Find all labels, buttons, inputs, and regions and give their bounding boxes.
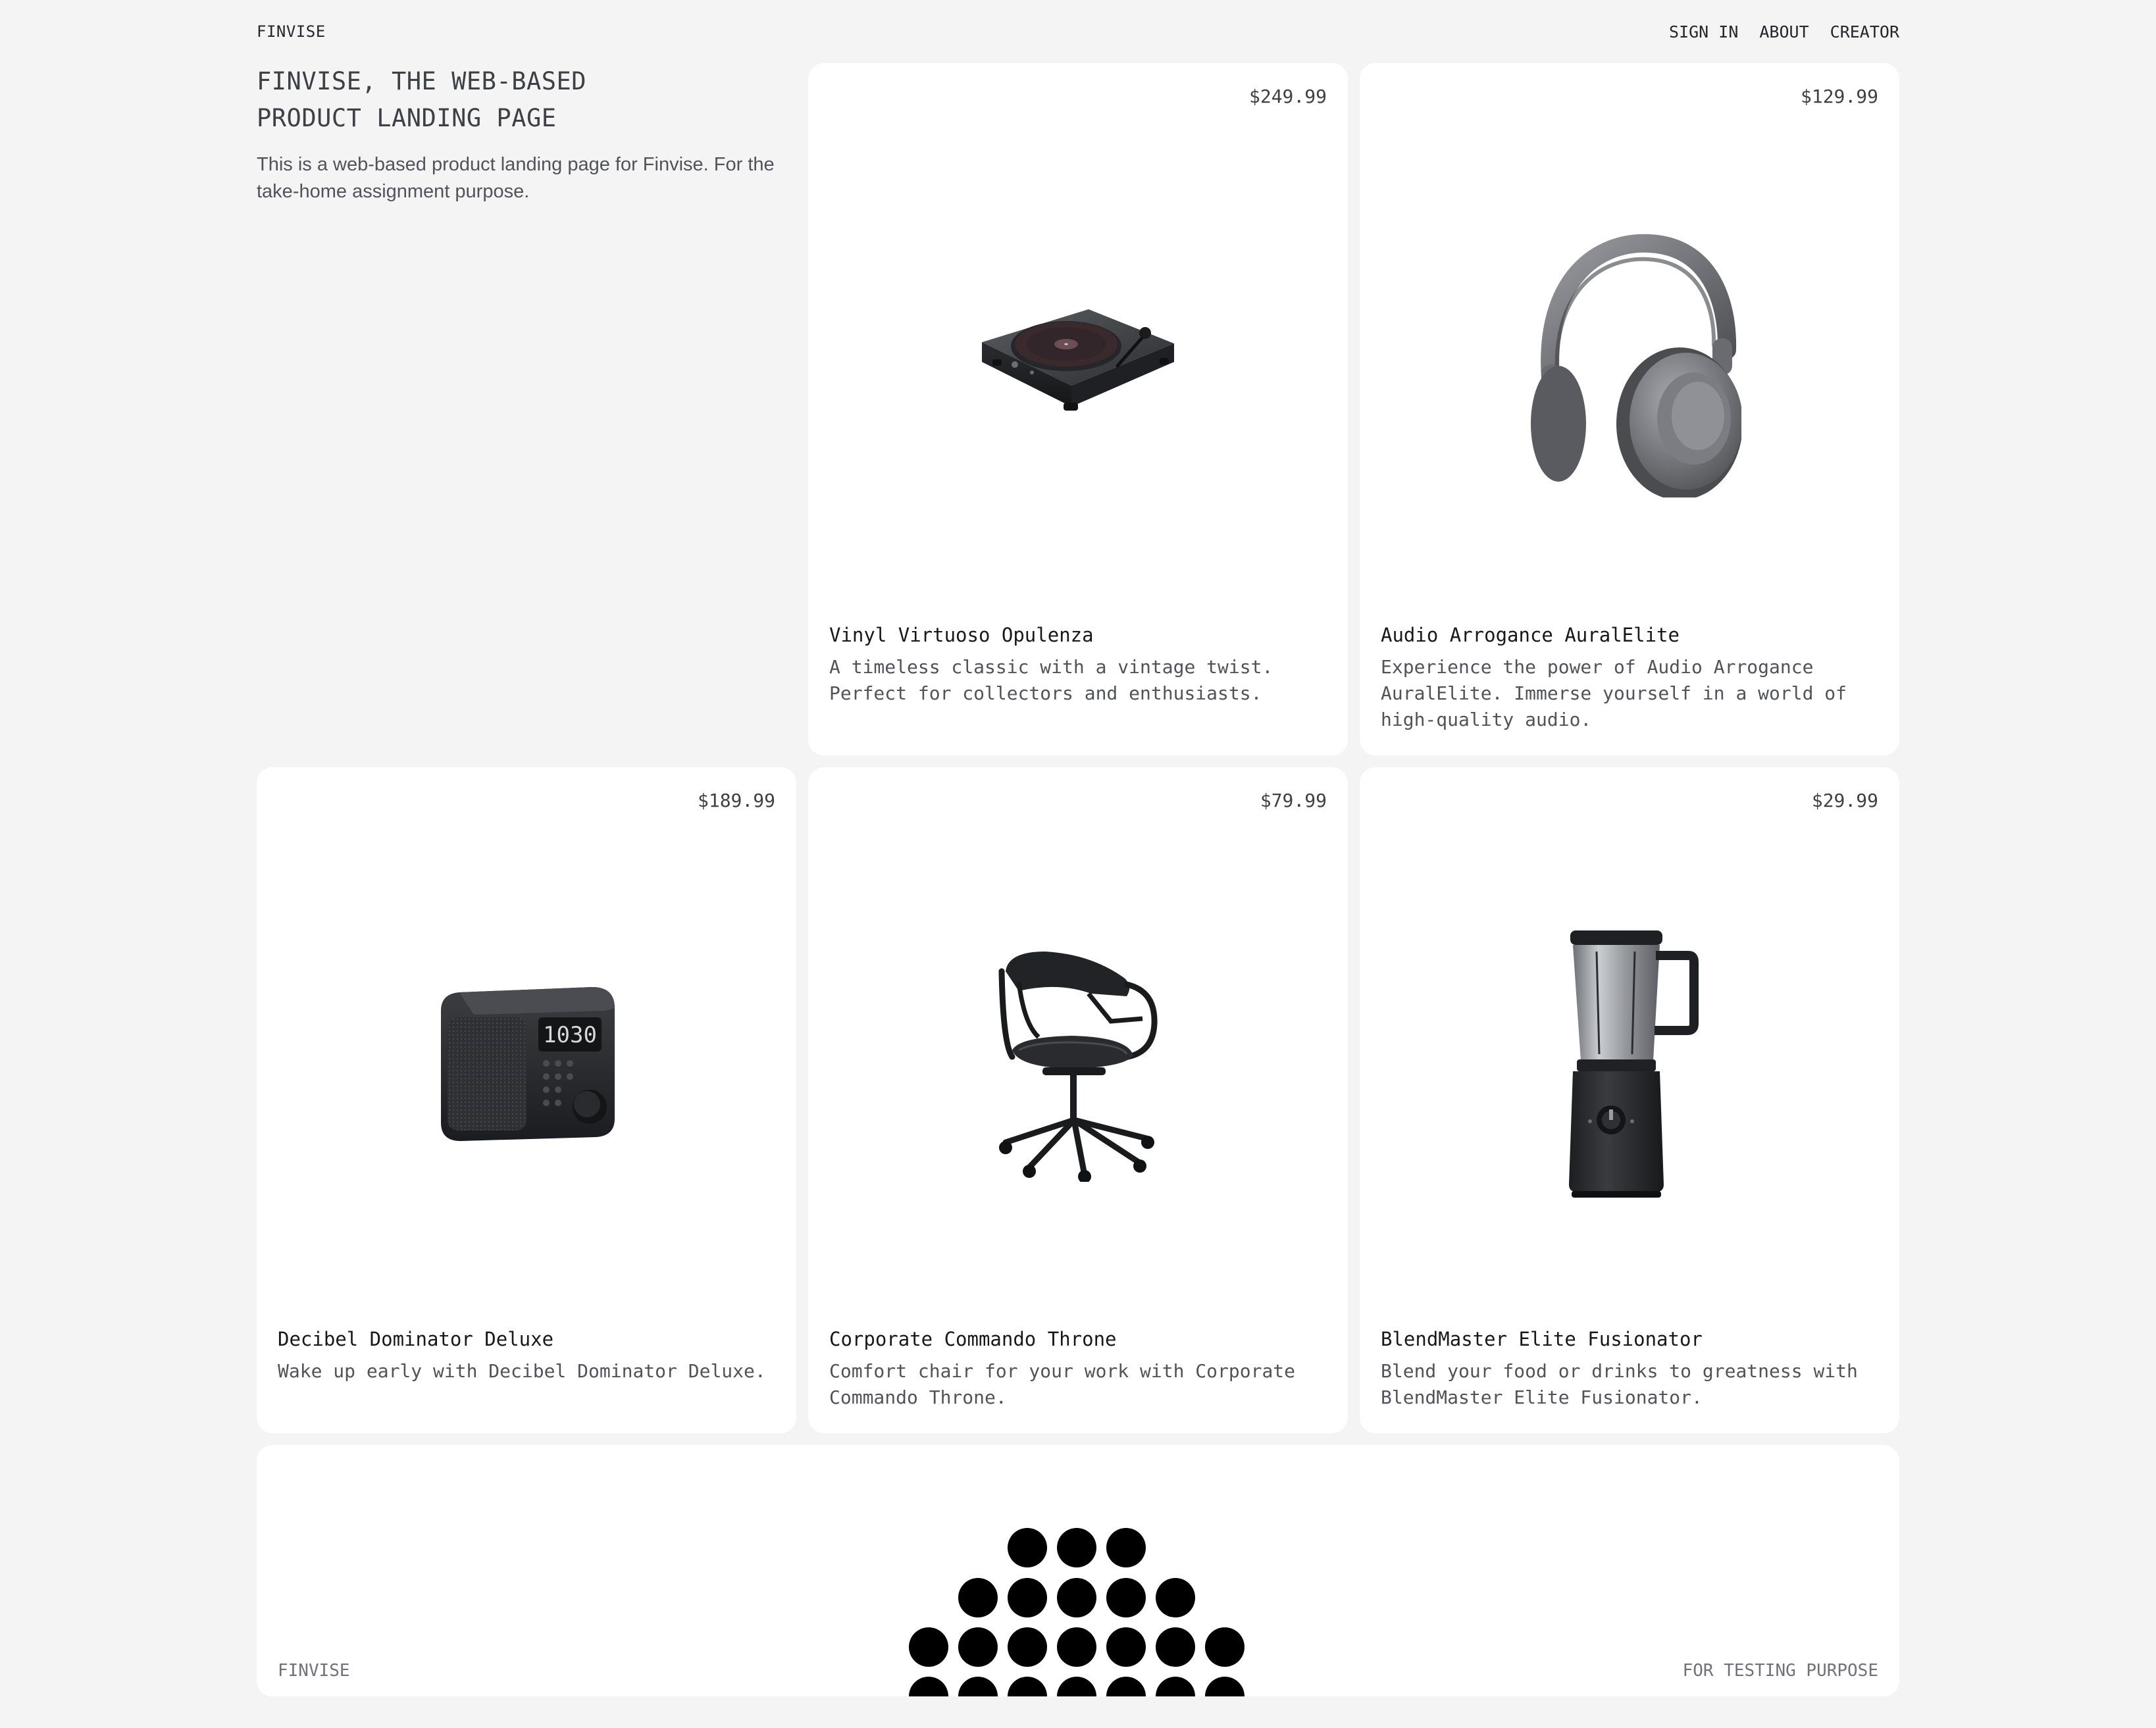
product-card-corporate-commando[interactable]: $79.99 Corporate Commando Throne Comfort…	[808, 767, 1348, 1433]
nav-sign-in[interactable]: SIGN IN	[1669, 22, 1738, 41]
brand-logo[interactable]: FINVISE	[257, 22, 326, 41]
logo-dot	[1057, 1627, 1096, 1667]
product-name: Vinyl Virtuoso Opulenza	[829, 624, 1094, 646]
product-card-decibel-dominator[interactable]: $189.99 1030 Decibel Dominator Deluxe Wa…	[257, 767, 796, 1433]
blender-image	[1569, 930, 1699, 1198]
product-image	[808, 122, 1348, 596]
logo-dot	[1057, 1677, 1096, 1696]
office-chair-image	[998, 952, 1158, 1182]
clock-display: 1030	[543, 1022, 597, 1048]
product-name: Corporate Commando Throne	[829, 1328, 1117, 1350]
product-description: Wake up early with Decibel Dominator Del…	[278, 1360, 766, 1382]
main-nav: SIGN IN ABOUT CREATOR	[1669, 22, 1899, 41]
logo-dot	[1106, 1528, 1146, 1567]
product-name: BlendMaster Elite Fusionator	[1381, 1328, 1703, 1350]
logo-dot	[1156, 1627, 1195, 1667]
headphones-image	[1531, 234, 1741, 497]
logo-dot	[1057, 1528, 1096, 1567]
product-name: Audio Arrogance AuralElite	[1381, 624, 1680, 646]
logo-dot	[909, 1677, 948, 1696]
page-title-line-2: PRODUCT LANDING PAGE	[257, 104, 557, 132]
logo-dot	[1008, 1578, 1047, 1617]
nav-creator[interactable]: CREATOR	[1830, 22, 1899, 41]
logo-dot	[958, 1627, 998, 1667]
logo-dot	[1205, 1677, 1245, 1696]
logo-dot	[1008, 1677, 1047, 1696]
product-price: $249.99	[1248, 86, 1327, 107]
product-name: Decibel Dominator Deluxe	[278, 1328, 554, 1350]
product-image: 1030	[257, 826, 796, 1300]
logo-dot	[1106, 1627, 1146, 1667]
product-price: $29.99	[1811, 790, 1878, 811]
logo-dot	[909, 1627, 948, 1667]
logo-dot	[1156, 1578, 1195, 1617]
product-card-blendmaster[interactable]: $29.99 BlendMaster Elite Fusionator Blen…	[1360, 767, 1899, 1433]
logo-dot	[1205, 1627, 1245, 1667]
logo-dot	[958, 1578, 998, 1617]
logo-dot	[1106, 1677, 1146, 1696]
footer: FINVISE FOR TESTING PURPOSE	[257, 1445, 1899, 1696]
logo-dot	[1057, 1578, 1096, 1617]
logo-dot	[1156, 1677, 1195, 1696]
logo-dot	[1106, 1578, 1146, 1617]
footer-brand: FINVISE	[278, 1661, 350, 1681]
turntable-image	[982, 309, 1174, 411]
product-description: Comfort chair for your work with Corpora…	[829, 1360, 1296, 1408]
page-title: FINVISE, THE WEB-BASED PRODUCT LANDING P…	[257, 63, 796, 137]
product-description: Blend your food or drinks to greatness w…	[1381, 1360, 1858, 1408]
logo-dot	[1008, 1627, 1047, 1667]
product-image	[1360, 826, 1899, 1300]
dot-pattern-logo	[909, 1528, 1245, 1696]
product-image	[808, 826, 1348, 1300]
product-price: $129.99	[1800, 86, 1878, 107]
product-description: Experience the power of Audio Arrogance …	[1381, 656, 1847, 730]
intro-section: FINVISE, THE WEB-BASED PRODUCT LANDING P…	[257, 63, 796, 205]
product-card-audio-arrogance[interactable]: $129.99 Audio Arrogance AuralElite Exper…	[1360, 63, 1899, 755]
product-description: A timeless classic with a vintage twist.…	[829, 656, 1273, 704]
clock-radio-image: 1030	[441, 987, 615, 1141]
logo-dot	[958, 1677, 998, 1696]
product-price: $189.99	[697, 790, 775, 811]
top-bar: FINVISE SIGN IN ABOUT CREATOR	[257, 20, 1899, 43]
product-image	[1360, 122, 1899, 596]
page-description: This is a web-based product landing page…	[257, 154, 775, 202]
product-card-vinyl-virtuoso[interactable]: $249.99 Vinyl Virtuoso Opulenza A timele…	[808, 63, 1348, 755]
page-title-line-1: FINVISE, THE WEB-BASED	[257, 67, 587, 95]
product-price: $79.99	[1260, 790, 1327, 811]
nav-about[interactable]: ABOUT	[1759, 22, 1809, 41]
footer-note: FOR TESTING PURPOSE	[1682, 1661, 1878, 1681]
logo-dot	[1008, 1528, 1047, 1567]
